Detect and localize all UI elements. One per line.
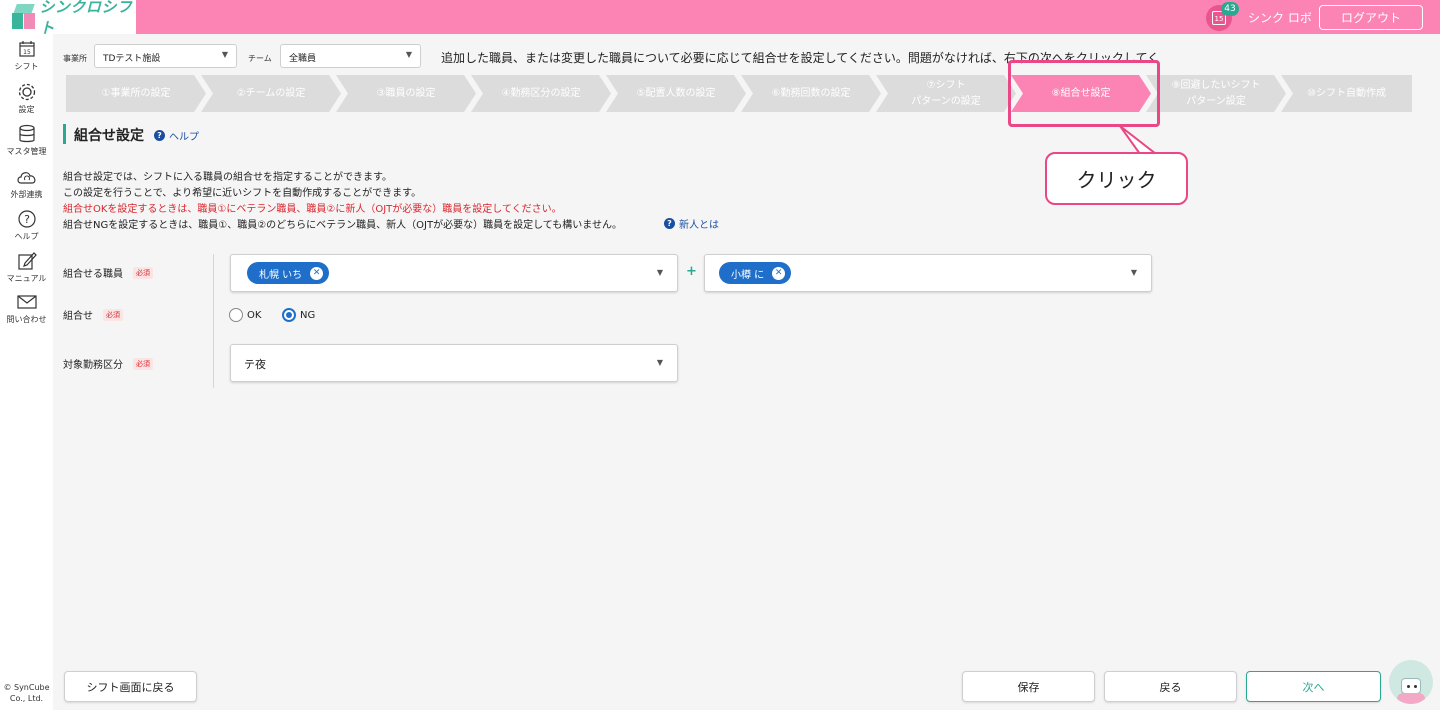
- sidebar-item-label: 問い合わせ: [6, 315, 47, 324]
- wizard-steps: ①事業所の設定 ②チームの設定 ③職員の設定 ④勤務区分の設定 ⑤配置人数の設定…: [66, 75, 1412, 112]
- plus-icon: +: [686, 264, 697, 279]
- office-label: 事業所: [63, 54, 87, 63]
- step-7[interactable]: ⑦シフト パターンの設定: [876, 75, 1016, 112]
- logout-button[interactable]: ログアウト: [1319, 5, 1423, 30]
- back-button[interactable]: 戻る: [1104, 671, 1237, 702]
- chevron-down-icon: ▼: [405, 50, 412, 59]
- sidebar-item-label: 外部連携: [10, 190, 43, 199]
- sidebar-item-settings[interactable]: 設定: [0, 81, 53, 115]
- step-10[interactable]: ⑩シフト自動作成: [1281, 75, 1412, 112]
- team-select[interactable]: 全職員 ▼: [280, 44, 421, 68]
- chip-remove-icon[interactable]: ✕: [310, 266, 324, 280]
- required-badge: 必須: [103, 308, 123, 321]
- shift-type-select[interactable]: テ夜 ▼: [230, 344, 678, 382]
- description-line: 組合せ設定では、シフトに入る職員の組合せを指定することができます。: [63, 172, 392, 183]
- sidebar-item-label: 設定: [18, 105, 35, 114]
- chip-remove-icon[interactable]: ✕: [772, 266, 786, 280]
- click-callout: クリック: [1045, 152, 1188, 205]
- gear-icon: [16, 81, 38, 103]
- sidebar-item-label: マニュアル: [6, 274, 47, 283]
- step-4[interactable]: ④勤務区分の設定: [471, 75, 611, 112]
- chevron-down-icon: ▼: [656, 358, 663, 367]
- app-logo[interactable]: シンクロシフト: [0, 0, 136, 37]
- form-divider: [213, 254, 214, 388]
- notification-count-badge: 43: [1221, 2, 1239, 16]
- step-2[interactable]: ②チームの設定: [201, 75, 341, 112]
- copyright: © SynCube Co., Ltd.: [3, 683, 50, 703]
- sidebar-item-external[interactable]: 外部連携: [0, 166, 53, 200]
- user-name: シンク ロボ: [1248, 11, 1312, 25]
- staff-combo-label: 組合せる職員 必須: [63, 265, 153, 280]
- staff-chip: 小樽 に ✕: [719, 262, 792, 284]
- sidebar-item-help[interactable]: ? ヘルプ: [0, 208, 53, 242]
- question-icon: ?: [16, 208, 38, 230]
- sidebar: 15 シフト 設定 マスタ管理 外部連携 ? ヘルプ マニュアル 問い合わせ ©…: [0, 34, 53, 710]
- section-accent-bar: [63, 124, 66, 144]
- staff-chip: 札幌 いち ✕: [247, 262, 330, 284]
- step-3[interactable]: ③職員の設定: [336, 75, 476, 112]
- radio-circle: [282, 308, 296, 322]
- sidebar-item-shift[interactable]: 15 シフト: [0, 38, 53, 72]
- team-label: チーム: [248, 54, 272, 63]
- description-line: この設定を行うことで、より希望に近いシフトを自動作成することができます。: [63, 188, 422, 199]
- sidebar-item-label: ヘルプ: [14, 232, 39, 241]
- sidebar-item-label: シフト: [14, 62, 39, 71]
- combo-ng-radio[interactable]: NG: [282, 308, 315, 322]
- combo-label: 組合せ 必須: [63, 307, 123, 322]
- page-title: 組合せ設定: [74, 128, 144, 144]
- help-link[interactable]: ? ヘルプ: [154, 128, 199, 143]
- sidebar-item-manual[interactable]: マニュアル: [0, 250, 53, 284]
- next-button[interactable]: 次へ: [1246, 671, 1381, 702]
- step-6[interactable]: ⑥勤務回数の設定: [741, 75, 881, 112]
- shift-type-label: 対象勤務区分 必須: [63, 356, 153, 371]
- cloud-sync-icon: [16, 166, 38, 188]
- edit-icon: [16, 250, 38, 272]
- required-badge: 必須: [133, 357, 153, 370]
- radio-circle: [229, 308, 243, 322]
- sidebar-item-master[interactable]: マスタ管理: [0, 123, 53, 157]
- chevron-down-icon: ▼: [1130, 268, 1137, 277]
- question-icon: ?: [154, 130, 165, 141]
- sidebar-item-label: マスタ管理: [6, 147, 47, 156]
- step-5[interactable]: ⑤配置人数の設定: [606, 75, 746, 112]
- chevron-down-icon: ▼: [221, 50, 228, 59]
- description-warning: 組合せOKを設定するときは、職員①にベテラン職員、職員②に新人（OJTが必要な）…: [63, 204, 562, 215]
- staff2-select[interactable]: 小樽 に ✕ ▼: [704, 254, 1152, 292]
- app-name: シンクロシフト: [39, 0, 133, 37]
- step-9[interactable]: ⑨回避したいシフト パターン設定: [1146, 75, 1286, 112]
- question-icon: ?: [664, 218, 675, 229]
- sidebar-item-contact[interactable]: 問い合わせ: [0, 291, 53, 325]
- description-line: 組合せNGを設定するときは、職員①、職員②のどちらにベテラン職員、新人（OJTが…: [63, 220, 622, 231]
- step-1[interactable]: ①事業所の設定: [66, 75, 206, 112]
- logo-cube-icon: [12, 4, 35, 30]
- office-select[interactable]: TDテスト施設 ▼: [94, 44, 237, 68]
- save-button[interactable]: 保存: [962, 671, 1095, 702]
- required-badge: 必須: [133, 266, 153, 279]
- combo-ok-radio[interactable]: OK: [229, 308, 261, 322]
- svg-text:?: ?: [24, 213, 30, 226]
- database-icon: [16, 123, 38, 145]
- step-highlight-box: [1008, 60, 1160, 127]
- newbie-help-link[interactable]: ? 新人とは: [664, 216, 719, 231]
- chevron-down-icon: ▼: [656, 268, 663, 277]
- svg-text:15: 15: [23, 49, 31, 56]
- app-header: シンクロシフト 15 43 シンク ロボ ログアウト: [0, 0, 1440, 37]
- back-to-shift-button[interactable]: シフト画面に戻る: [64, 671, 197, 702]
- assistant-robot-icon[interactable]: [1389, 660, 1433, 704]
- calendar-icon: 15: [16, 38, 38, 60]
- mail-icon: [16, 291, 38, 313]
- staff1-select[interactable]: 札幌 いち ✕ ▼: [230, 254, 678, 292]
